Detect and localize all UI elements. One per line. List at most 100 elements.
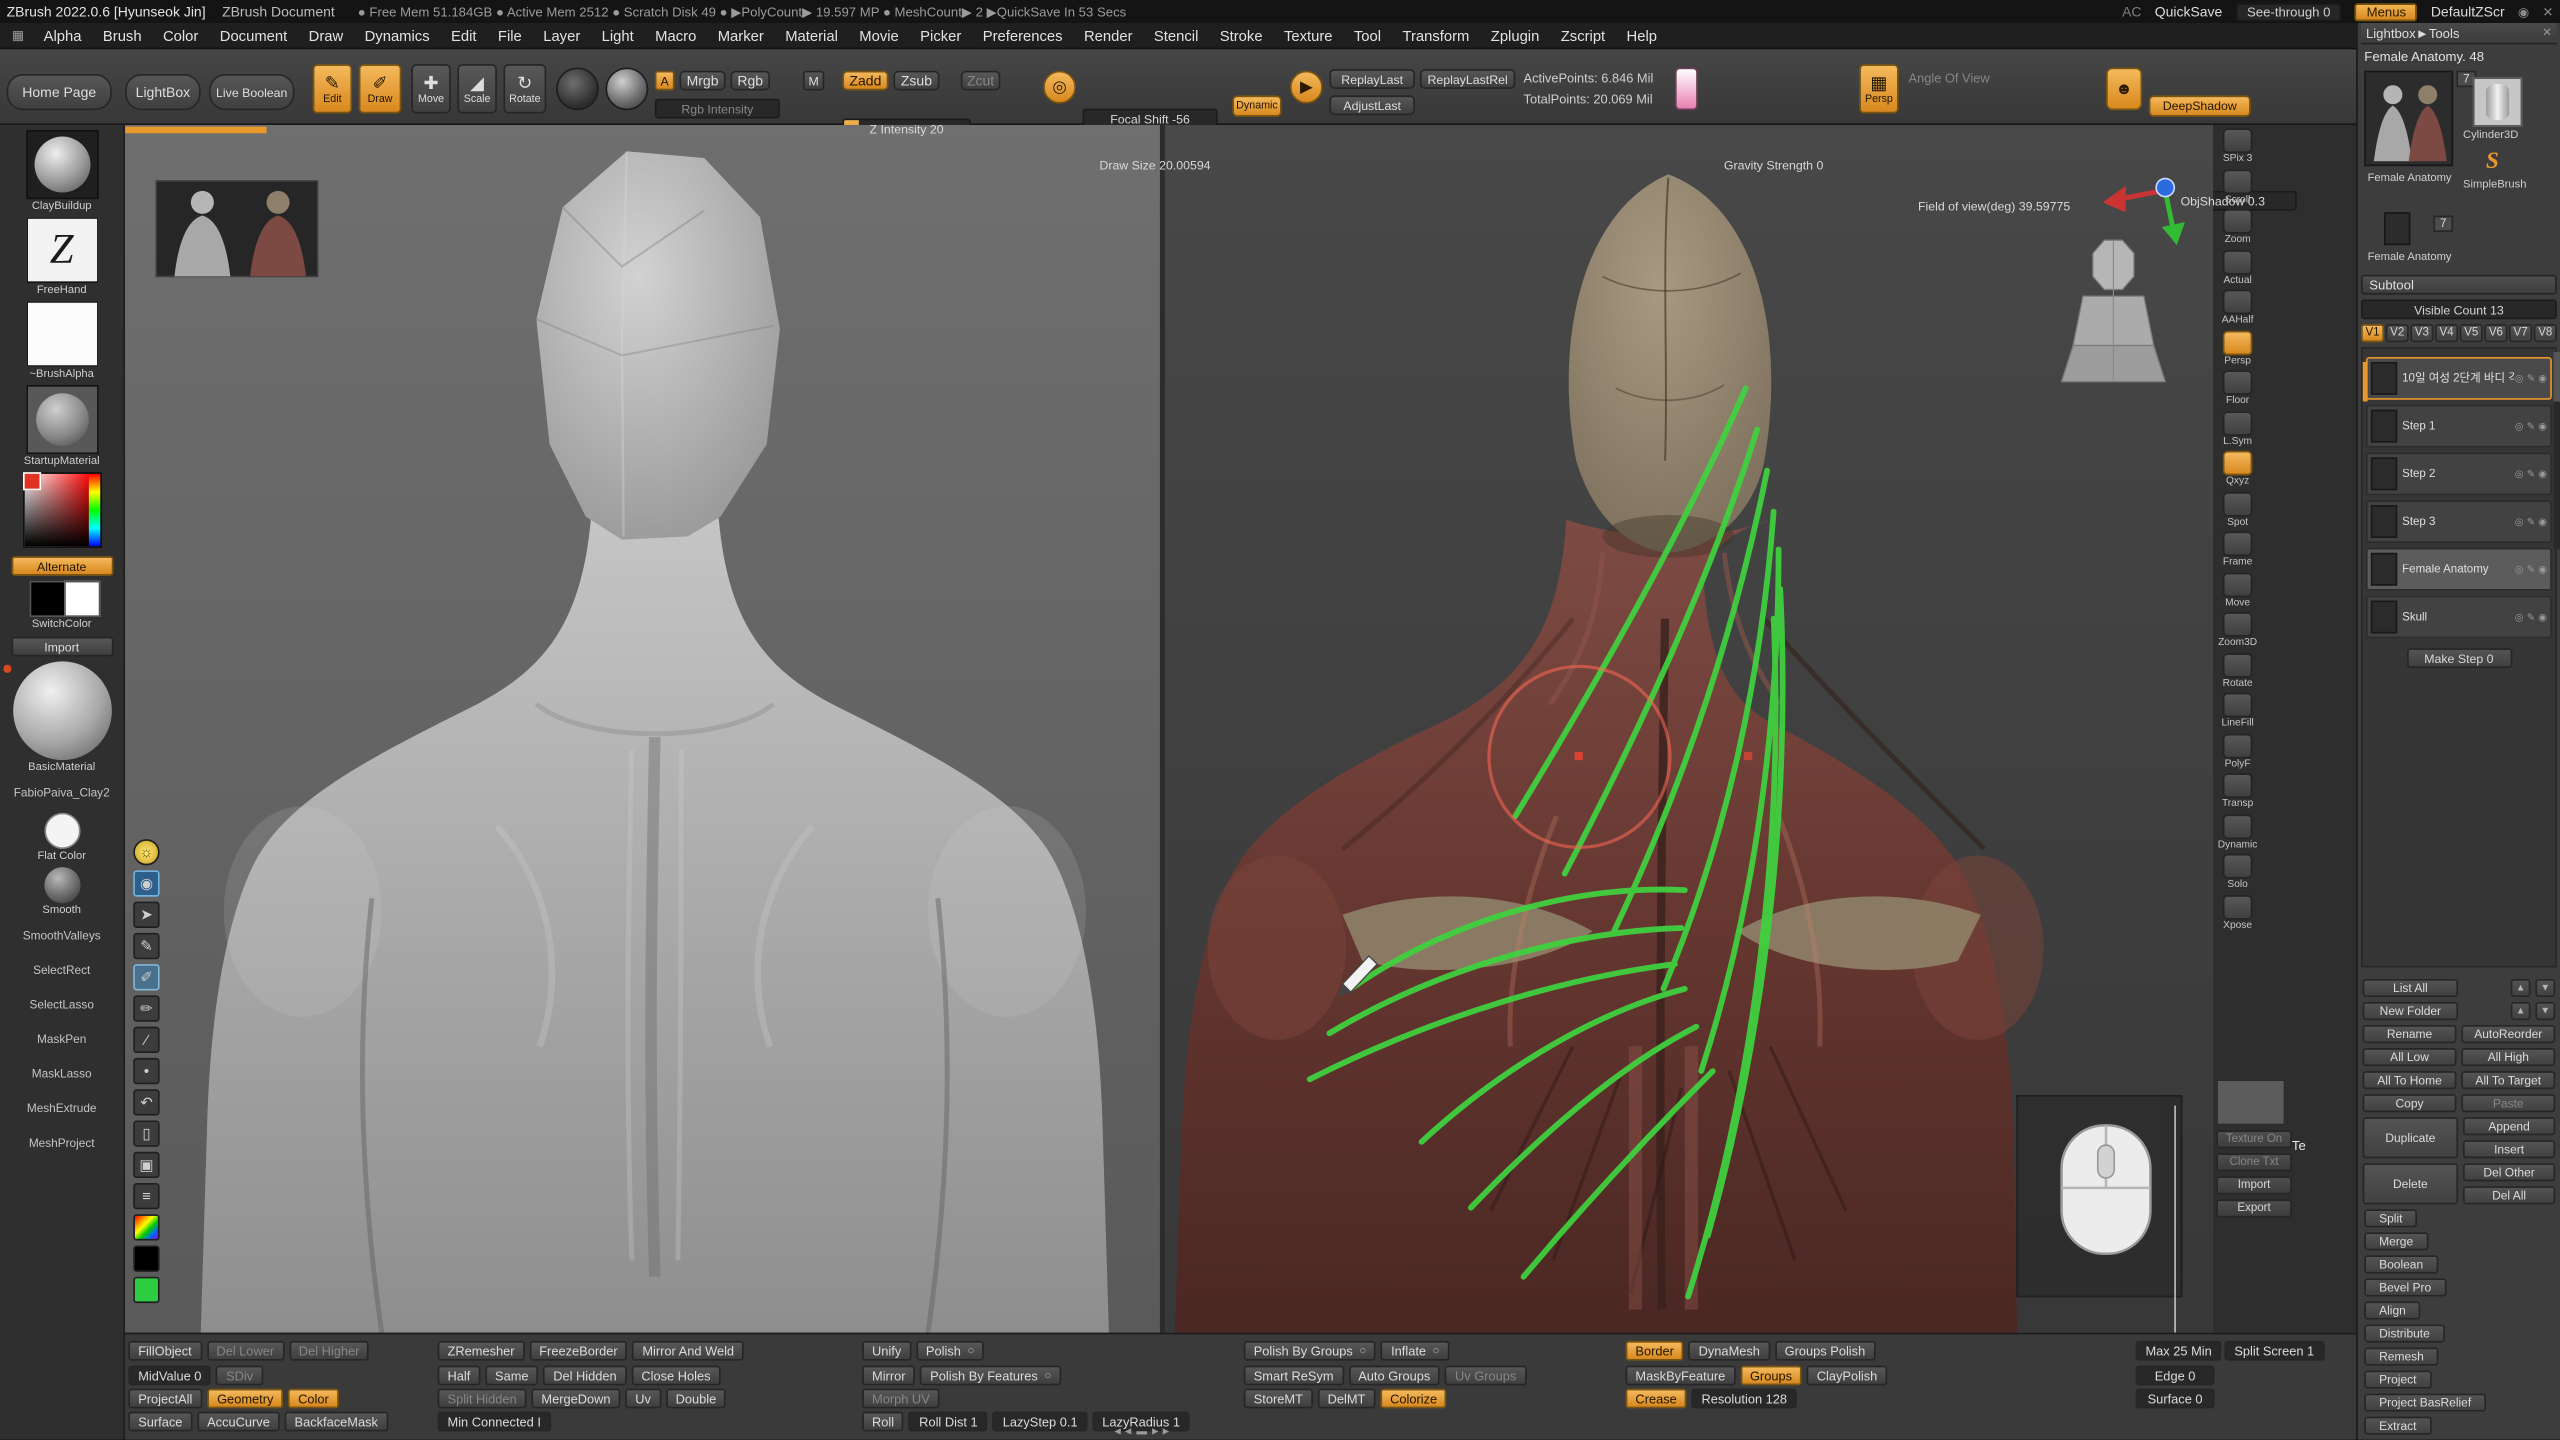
right-shelf-button[interactable]: Actual [2216, 249, 2259, 285]
shelf-button[interactable]: Del Lower [206, 1341, 284, 1361]
shelf-button[interactable]: Split Hidden [438, 1389, 527, 1409]
shelf-button[interactable]: Uv Groups [1445, 1366, 1526, 1386]
window-close-icon[interactable]: ✕ [2542, 4, 2553, 19]
draw-button[interactable]: ✐Draw [359, 64, 402, 113]
shelf-button[interactable]: StoreMT [1244, 1389, 1313, 1409]
shelf-button[interactable]: Mirror [862, 1366, 915, 1386]
dot-icon[interactable]: • [133, 1058, 159, 1084]
del-all-button[interactable]: Del All [2463, 1186, 2555, 1204]
tray-item[interactable]: SmoothValleys [2, 916, 120, 951]
shelf-button[interactable]: Colorize [1380, 1389, 1447, 1409]
pen-icon[interactable]: ✎ [133, 933, 159, 959]
sculpt-viewport[interactable]: ☼◉➤✎✐✏∕•↶▯▣≡ [125, 125, 2213, 1333]
tool-thumb-cylinder[interactable] [2473, 77, 2522, 126]
subtool-item[interactable]: Step 3 ◎✎◉ [2366, 500, 2552, 543]
tool-thumb-small[interactable] [2384, 212, 2410, 245]
dynamic-toggle[interactable]: Dynamic [1232, 95, 1281, 116]
eye-icon[interactable]: ◉ [133, 870, 159, 896]
shelf-button[interactable]: Color [288, 1389, 338, 1409]
subtool-action-button[interactable]: Extract [2364, 1417, 2431, 1435]
shelf-button[interactable]: Roll Dist 1 [909, 1412, 988, 1432]
subtool-item[interactable]: Step 1 ◎✎◉ [2366, 405, 2552, 448]
obj-shadow-icon[interactable]: ☻ [2106, 67, 2142, 110]
folder-down-icon[interactable]: ▼ [2535, 1002, 2555, 1020]
menu-item[interactable]: Zplugin [1480, 27, 1550, 43]
rgb-button[interactable]: Rgb [731, 71, 770, 91]
subtool-version-tab[interactable]: V1 [2361, 324, 2384, 342]
subtool-action-button[interactable]: All Low [2363, 1048, 2457, 1066]
shelf-button[interactable]: ProjectAll [128, 1389, 202, 1409]
right-shelf-button[interactable]: Solo [2216, 854, 2259, 890]
stroke-preview[interactable] [556, 67, 599, 110]
shelf-button[interactable]: FreezeBorder [529, 1341, 627, 1361]
shelf-button[interactable]: Smart ReSym [1244, 1366, 1344, 1386]
shelf-button[interactable]: Unify [862, 1341, 911, 1361]
shelf-button[interactable]: Roll [862, 1412, 904, 1432]
window-circle-icon[interactable]: ◉ [2518, 4, 2529, 19]
right-shelf-button[interactable]: SPix 3 [2216, 128, 2259, 164]
shelf-button[interactable]: ClayPolish [1807, 1366, 1887, 1386]
subtool-version-tab[interactable]: V5 [2460, 324, 2483, 342]
shelf-button[interactable]: FillObject [128, 1341, 201, 1361]
shelf-button[interactable]: Half [438, 1366, 481, 1386]
zscript-label[interactable]: DefaultZScr [2431, 3, 2505, 19]
menu-item[interactable]: Dynamics [354, 27, 440, 43]
menu-item[interactable]: File [487, 27, 532, 43]
right-shelf-button[interactable]: Persp [2216, 330, 2259, 366]
insert-button[interactable]: Insert [2463, 1140, 2555, 1158]
subtool-action-button[interactable]: Split [2364, 1209, 2417, 1227]
texture-panel-button[interactable]: Clone Txt [2216, 1153, 2292, 1171]
rgb-intensity-slider[interactable]: Rgb Intensity [655, 99, 780, 119]
tray-item[interactable]: SelectLasso [2, 986, 120, 1021]
tray-item[interactable]: SelectRect [2, 951, 120, 986]
brush-icon[interactable]: ✐ [133, 964, 159, 990]
tray-item[interactable]: ~BrushAlpha [2, 301, 120, 380]
tray-item[interactable]: MaskPen [2, 1020, 120, 1055]
subtool-action-button[interactable]: All To Target [2461, 1071, 2555, 1089]
panel-close-icon[interactable]: ✕ [2542, 26, 2552, 39]
right-shelf-button[interactable]: Zoom3D [2216, 612, 2259, 648]
right-shelf-button[interactable]: L.Sym [2216, 411, 2259, 447]
subtool-action-button[interactable]: Distribute [2364, 1324, 2444, 1342]
shelf-button[interactable]: Split Screen 1 [2224, 1341, 2324, 1361]
right-shelf-button[interactable]: Frame [2216, 531, 2259, 567]
shelf-button[interactable]: DelMT [1318, 1389, 1376, 1409]
right-shelf-button[interactable]: Xpose [2216, 894, 2259, 930]
right-shelf-button[interactable]: Transp [2216, 773, 2259, 809]
subtool-version-tab[interactable]: V2 [2386, 324, 2409, 342]
menu-item[interactable]: Texture [1273, 27, 1343, 43]
shelf-button[interactable]: Polish [916, 1341, 984, 1361]
make-step-button[interactable]: Make Step 0 [2406, 648, 2511, 668]
menu-item[interactable]: Tool [1343, 27, 1392, 43]
shelf-button[interactable]: Inflate [1381, 1341, 1449, 1361]
shelf-button[interactable]: Surface [128, 1412, 192, 1432]
tray-item[interactable] [2, 472, 120, 549]
list-all-button[interactable]: List All [2363, 979, 2458, 997]
tray-item[interactable]: BasicMaterial [2, 661, 120, 773]
right-shelf-button[interactable]: Floor [2216, 370, 2259, 406]
shelf-button[interactable]: Groups Polish [1775, 1341, 1875, 1361]
duplicate-button[interactable]: Duplicate [2363, 1117, 2458, 1158]
shelf-button[interactable]: Geometry [207, 1389, 283, 1409]
adjust-last-button[interactable]: AdjustLast [1329, 95, 1415, 115]
tray-item[interactable]: MeshExtrude [2, 1089, 120, 1124]
tray-item[interactable]: MeshProject [2, 1124, 120, 1159]
move-down-icon[interactable]: ▼ [2535, 979, 2555, 997]
undo-icon[interactable]: ↶ [133, 1089, 159, 1115]
menu-item[interactable]: Picker [909, 27, 972, 43]
m-chip[interactable]: M [803, 71, 824, 91]
right-shelf-button[interactable]: Zoom [2216, 209, 2259, 245]
tray-item[interactable]: FreeHand [2, 217, 120, 296]
shelf-button[interactable]: Double [666, 1389, 726, 1409]
zsub-button[interactable]: Zsub [893, 71, 939, 91]
trash-icon[interactable]: ▯ [133, 1120, 159, 1146]
menu-item[interactable]: Stencil [1143, 27, 1209, 43]
menu-item[interactable]: Light [591, 27, 645, 43]
subtool-version-tab[interactable]: V8 [2534, 324, 2557, 342]
subtool-section-header[interactable]: Subtool [2361, 275, 2557, 295]
shelf-button[interactable]: Min Connected I [438, 1412, 551, 1432]
right-shelf-button[interactable]: LineFill [2216, 693, 2259, 729]
persp-button[interactable]: ▦Persp [1859, 64, 1898, 113]
shelf-button[interactable]: MergeDown [532, 1389, 621, 1409]
delete-button[interactable]: Delete [2363, 1163, 2458, 1204]
